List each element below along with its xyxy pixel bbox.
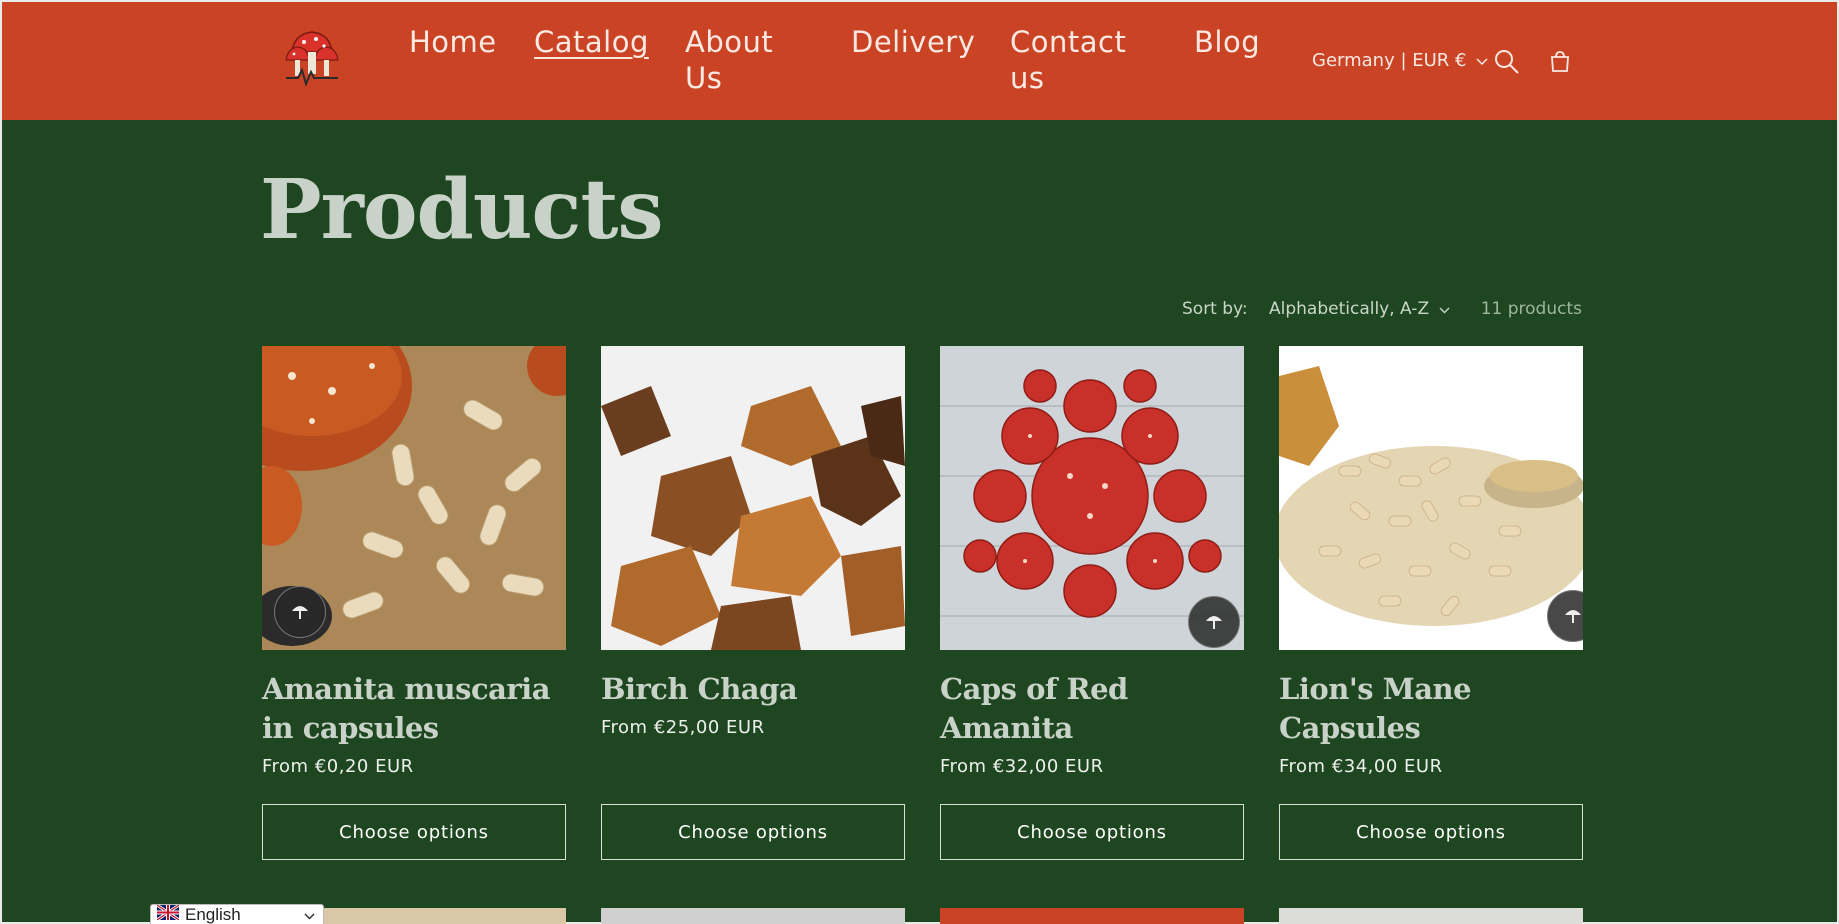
product-image[interactable] [262, 346, 566, 650]
product-image[interactable] [601, 908, 905, 924]
cart-icon[interactable] [1546, 48, 1574, 76]
product-card: Birch Chaga From €25,00 EUR [601, 346, 905, 738]
search-icon[interactable] [1493, 48, 1521, 76]
product-card: Lion's Mane Capsules From €34,00 EUR [1279, 346, 1583, 777]
product-card: Amanita muscaria in capsules From €0,20 … [262, 346, 566, 777]
product-image[interactable] [940, 346, 1244, 650]
choose-options-button[interactable]: Choose options [601, 804, 905, 860]
nav-home[interactable]: Home [409, 24, 497, 60]
sort-value: Alphabetically, A-Z [1269, 299, 1430, 319]
product-image[interactable] [1279, 908, 1583, 924]
product-count: 11 products [1480, 299, 1582, 319]
sort-label: Sort by: [1182, 299, 1248, 319]
product-image[interactable] [1279, 346, 1583, 650]
product-image[interactable] [940, 908, 1244, 924]
product-card: Caps of Red Amanita From €32,00 EUR [940, 346, 1244, 777]
country-label: Germany | EUR € [1312, 50, 1467, 71]
product-price: From €0,20 EUR [262, 756, 414, 777]
nav-about-us[interactable]: About Us [685, 24, 815, 96]
product-price: From €32,00 EUR [940, 756, 1104, 777]
brand-watermark-icon [1188, 596, 1240, 648]
choose-options-button[interactable]: Choose options [1279, 804, 1583, 860]
nav-contact-us[interactable]: Contact us [1010, 24, 1140, 96]
mushroom-logo[interactable] [284, 26, 340, 88]
chevron-down-icon [304, 905, 315, 924]
language-selector[interactable]: English [150, 903, 324, 924]
nav-delivery[interactable]: Delivery [851, 24, 975, 60]
language-label: English [185, 905, 241, 924]
uk-flag-icon [156, 903, 180, 924]
chevron-down-icon [1439, 299, 1450, 319]
product-title[interactable]: Caps of Red Amanita [940, 670, 1244, 748]
sort-bar: Sort by: Alphabetically, A-Z 11 products [1182, 299, 1582, 323]
brand-watermark-icon [274, 586, 326, 638]
choose-options-button[interactable]: Choose options [940, 804, 1244, 860]
product-title[interactable]: Birch Chaga [601, 670, 905, 709]
product-title[interactable]: Lion's Mane Capsules [1279, 670, 1583, 748]
choose-options-button[interactable]: Choose options [262, 804, 566, 860]
product-price: From €25,00 EUR [601, 717, 765, 738]
product-image[interactable] [601, 346, 905, 650]
sort-select[interactable]: Alphabetically, A-Z [1269, 299, 1450, 319]
nav-catalog[interactable]: Catalog [534, 24, 649, 60]
product-price: From €34,00 EUR [1279, 756, 1443, 777]
site-header: Home Catalog About Us Delivery Contact u… [2, 2, 1837, 120]
nav-blog[interactable]: Blog [1194, 24, 1260, 60]
country-selector[interactable]: Germany | EUR € [1312, 50, 1488, 71]
page-title: Products [260, 162, 663, 258]
chevron-down-icon [1476, 50, 1488, 71]
product-title[interactable]: Amanita muscaria in capsules [262, 670, 566, 748]
